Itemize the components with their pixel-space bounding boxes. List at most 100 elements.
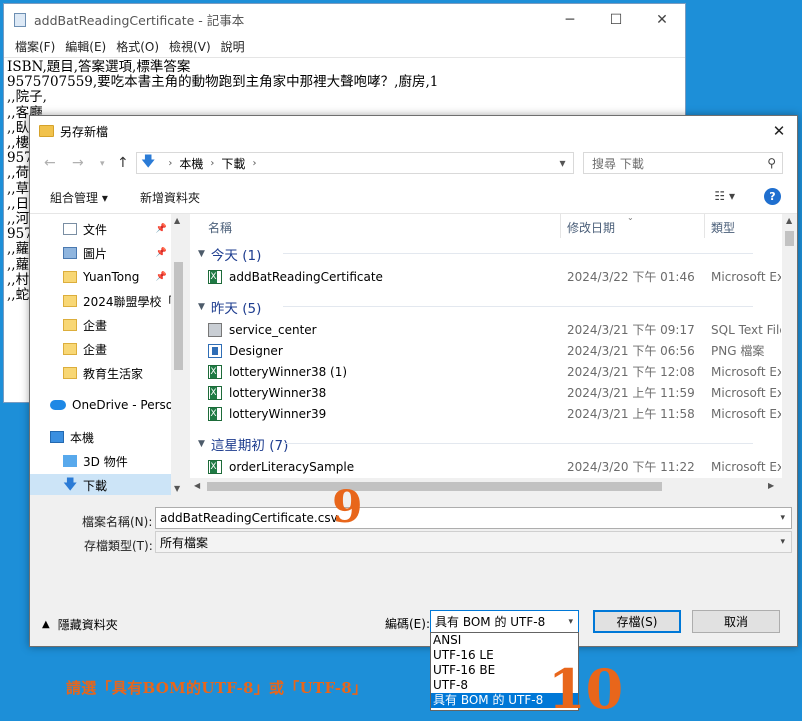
folder-icon: [63, 271, 77, 283]
file-list-vscrollbar[interactable]: ▲: [782, 214, 797, 478]
forward-arrow-icon[interactable]: →: [72, 155, 84, 171]
up-arrow-icon[interactable]: ↑: [117, 155, 129, 171]
file-date: 2024/3/20 下午 11:22: [567, 460, 695, 474]
recent-dropdown-icon[interactable]: ▾: [100, 159, 105, 169]
group-divider: [283, 253, 753, 254]
column-name[interactable]: 名稱: [208, 219, 232, 236]
file-row[interactable]: lotteryWinner38 2024/3/21 上午 11:59 Microso…: [190, 382, 782, 403]
folder-icon: [63, 343, 77, 355]
group-label: 昨天 (5): [210, 301, 262, 317]
new-folder-button[interactable]: 新增資料夾: [140, 189, 200, 206]
scroll-left-icon[interactable]: ◀: [194, 481, 200, 490]
column-type[interactable]: 類型: [711, 219, 735, 236]
sidebar-item[interactable]: 3D 物件: [30, 450, 171, 472]
column-date[interactable]: 修改日期: [567, 219, 615, 236]
encoding-option[interactable]: ANSI: [431, 633, 578, 648]
file-name: lotteryWinner38 (1): [229, 364, 348, 379]
file-row[interactable]: lotteryWinner39 2024/3/21 上午 11:58 Microso…: [190, 403, 782, 424]
group-header[interactable]: ▼ 今天 (1): [198, 244, 753, 264]
dialog-titlebar: 另存新檔: [30, 116, 797, 146]
chevron-down-icon[interactable]: ▾: [780, 513, 785, 523]
scroll-thumb[interactable]: [785, 231, 794, 246]
file-type: Microsoft Ex: [711, 269, 781, 284]
file-name: orderLiteracySample: [229, 459, 355, 474]
menu-view[interactable]: 檢視(V): [169, 38, 211, 55]
group-label: 今天 (1): [210, 248, 262, 264]
chevron-down-icon: ▾: [780, 537, 785, 547]
sidebar-item[interactable]: 2024聯盟學校「: [30, 290, 171, 312]
sidebar-item[interactable]: 文件 📌: [30, 218, 171, 240]
sidebar-item[interactable]: 本機: [30, 426, 171, 448]
cancel-button[interactable]: 取消: [692, 610, 780, 633]
hide-folders-toggle[interactable]: ▲ 隱藏資料夾: [42, 616, 118, 633]
help-icon[interactable]: ?: [764, 188, 781, 205]
breadcrumb-this-pc[interactable]: 本機: [179, 155, 203, 172]
sidebar-item[interactable]: 教育生活家: [30, 362, 171, 384]
scroll-down-icon[interactable]: ▼: [174, 484, 180, 493]
sidebar-item[interactable]: YuanTong 📌: [30, 266, 171, 288]
sidebar-item[interactable]: OneDrive - Perso: [30, 394, 171, 416]
scroll-right-icon[interactable]: ▶: [768, 481, 774, 490]
file-list-hscrollbar[interactable]: ◀ ▶: [190, 478, 797, 495]
navigation-pane: ▲ ▼ 文件 📌 圖片 📌 YuanTong 📌 2024聯盟學校「 企畫 企畫教育生活家 One…: [30, 214, 186, 495]
address-bar[interactable]: 🡇 › 本機 › 下載 ›: [136, 152, 574, 174]
scroll-thumb[interactable]: [207, 482, 662, 491]
view-options-icon[interactable]: ☷ ▾: [714, 189, 735, 203]
sidebar-item[interactable]: 企畫: [30, 338, 171, 360]
sidebar-item[interactable]: 🡇 下載: [30, 474, 171, 495]
dialog-close-button[interactable]: ✕: [767, 120, 791, 142]
group-label: 這星期初 (7): [210, 438, 289, 454]
text-line: 9575707559,要吃本書主角的動物跑到主角家中那裡大聲咆哮？,廚房,1: [7, 74, 439, 91]
file-date: 2024/3/21 下午 09:17: [567, 323, 695, 337]
file-type: Microsoft Ex: [711, 459, 781, 474]
maximize-button[interactable]: ☐: [593, 4, 639, 35]
filename-input[interactable]: addBatReadingCertificate.csv ▾: [155, 507, 792, 529]
hide-folders-label: 隱藏資料夾: [57, 618, 118, 632]
file-date: 2024/3/21 下午 06:56: [567, 344, 695, 358]
menu-file[interactable]: 檔案(F): [15, 38, 55, 55]
chevron-down-icon: ▾: [568, 616, 573, 627]
group-header[interactable]: ▼ 昨天 (5): [198, 297, 753, 317]
excel-file-icon: [208, 385, 222, 400]
file-name: service_center: [229, 322, 317, 337]
file-date: 2024/3/21 上午 11:58: [567, 407, 695, 421]
save-button[interactable]: 存檔(S): [593, 610, 681, 633]
pin-icon: 📌: [155, 224, 167, 234]
sidebar-item[interactable]: 圖片 📌: [30, 242, 171, 264]
filetype-select[interactable]: 所有檔案 ▾: [155, 531, 792, 553]
breadcrumb-downloads[interactable]: 下載: [221, 155, 245, 172]
file-row[interactable]: Designer 2024/3/21 下午 06:56 PNG 檔案: [190, 340, 782, 361]
sidebar-item[interactable]: 企畫: [30, 314, 171, 336]
nav-pane-scrollbar[interactable]: ▲ ▼: [171, 214, 186, 495]
filename-label: 檔案名稱(N):: [82, 515, 153, 529]
scroll-up-icon[interactable]: ▲: [174, 216, 180, 225]
group-header[interactable]: ▼ 這星期初 (7): [198, 434, 753, 454]
menu-edit[interactable]: 編輯(E): [65, 38, 106, 55]
file-row[interactable]: service_center 2024/3/21 下午 09:17 SQL Text…: [190, 319, 782, 340]
filetype-label: 存檔類型(T):: [84, 539, 153, 553]
minimize-button[interactable]: ─: [547, 4, 593, 35]
group-divider: [283, 443, 753, 444]
file-row[interactable]: lotteryWinner38 (1) 2024/3/21 下午 12:08 Mic…: [190, 361, 782, 382]
back-arrow-icon[interactable]: ←: [44, 155, 56, 171]
step-number-9: 9: [332, 482, 363, 533]
menu-help[interactable]: 說明: [221, 38, 245, 55]
encoding-select[interactable]: 具有 BOM 的 UTF-8 ▾: [430, 610, 579, 633]
organize-button[interactable]: 組合管理 ▾: [50, 189, 108, 206]
search-box[interactable]: 搜尋 下載 ⚲: [583, 152, 783, 174]
file-name: lotteryWinner38: [229, 385, 327, 400]
file-row[interactable]: orderLiteracySample 2024/3/20 下午 11:22 Mic…: [190, 456, 782, 477]
filename-value: addBatReadingCertificate.csv: [160, 511, 338, 525]
file-row[interactable]: addBatReadingCertificate 2024/3/22 下午 01:…: [190, 266, 782, 287]
encoding-value: 具有 BOM 的 UTF-8: [435, 615, 546, 629]
menu-format[interactable]: 格式(O): [116, 38, 159, 55]
scroll-up-icon[interactable]: ▲: [786, 216, 792, 225]
scroll-thumb[interactable]: [174, 262, 183, 370]
folder-icon: [39, 125, 54, 137]
sidebar-item-label: 教育生活家: [83, 366, 144, 381]
close-button[interactable]: ✕: [639, 4, 685, 35]
address-dropdown-icon[interactable]: ▾: [552, 152, 574, 174]
excel-file-icon: [208, 459, 222, 474]
png-file-icon: [208, 343, 222, 358]
collapse-chevron-icon: ▼: [198, 249, 205, 259]
